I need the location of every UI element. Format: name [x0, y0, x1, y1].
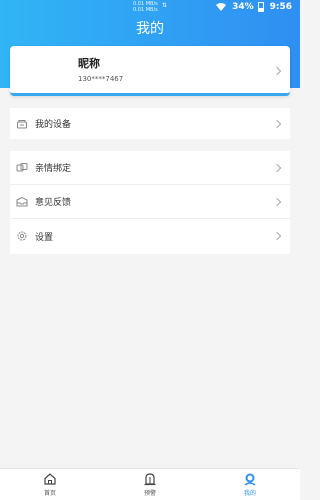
chevron-right-icon: [272, 163, 282, 172]
page-title: 我的: [136, 21, 164, 37]
family-bind-icon: [16, 162, 28, 171]
menu-group-main: 亲情绑定 意见反馈 设置: [10, 151, 290, 254]
battery-icon: [257, 2, 264, 12]
clock: 9:56: [269, 2, 292, 12]
settings-icon: [17, 231, 27, 241]
menu-label: 亲情绑定: [35, 164, 72, 174]
nickname: 昵称: [78, 57, 100, 70]
device-icon: [17, 119, 27, 128]
tab-label: 首页: [43, 490, 56, 497]
chevron-right-icon: [272, 231, 282, 241]
alert-bell-icon: [144, 473, 156, 486]
tab-label: 我的: [243, 490, 256, 497]
chevron-right-icon: [272, 119, 282, 128]
data-arrows-icon: ⇅: [162, 2, 168, 9]
chevron-right-icon: [272, 197, 282, 206]
menu-item-settings[interactable]: 设置: [10, 219, 290, 253]
status-right: 34% 9:56: [216, 2, 292, 12]
menu-label: 意见反馈: [35, 198, 72, 208]
feedback-icon: [16, 196, 28, 206]
net-speed-down: 0.01 MB/s: [133, 7, 158, 13]
bottom-tab-bar: 首页 预警 我的: [0, 468, 300, 500]
tab-label: 预警: [143, 490, 156, 497]
status-bar: 0.01 MB/s 0.01 MB/s ⇅ 34% 9:56: [0, 0, 300, 16]
menu-label: 设置: [35, 232, 54, 243]
menu-item-my-device[interactable]: 我的设备: [10, 108, 290, 139]
phone-number: 130****7467: [78, 75, 124, 83]
tab-alert[interactable]: 预警: [100, 469, 200, 500]
profile-icon: [244, 473, 256, 486]
menu-item-feedback[interactable]: 意见反馈: [10, 185, 290, 219]
menu-label: 我的设备: [35, 120, 72, 130]
tab-profile[interactable]: 我的: [200, 469, 300, 500]
menu-item-family-bind[interactable]: 亲情绑定: [10, 151, 290, 185]
battery-percent: 34%: [232, 2, 254, 12]
network-speed: 0.01 MB/s 0.01 MB/s: [133, 1, 158, 13]
chevron-right-icon: [272, 66, 282, 76]
wifi-icon: [216, 3, 227, 11]
home-icon: [44, 473, 56, 485]
menu-group-devices: 我的设备: [10, 108, 290, 139]
profile-card[interactable]: 昵称 130****7467: [10, 46, 290, 96]
tab-home[interactable]: 首页: [0, 469, 100, 500]
